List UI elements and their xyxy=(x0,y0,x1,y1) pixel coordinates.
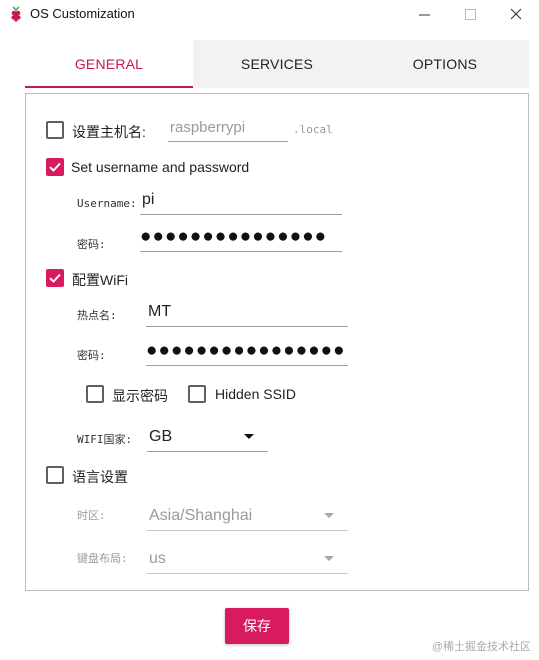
hidden-ssid-checkbox[interactable] xyxy=(188,385,206,403)
wifi-password-input[interactable]: ●●●●●●●●●●●●●●●● xyxy=(146,338,348,366)
minimize-button[interactable] xyxy=(413,4,435,24)
username-value: pi xyxy=(142,191,155,208)
wifi-country-label: WIFI国家: xyxy=(77,433,133,446)
wifi-country-value: GB xyxy=(149,428,173,445)
ssid-value: MT xyxy=(148,303,172,320)
wifi-password-mask: ●●●●●●●●●●●●●●●● xyxy=(146,341,346,361)
timezone-label: 时区: xyxy=(77,509,106,522)
locale-label: 语言设置 xyxy=(72,469,128,485)
title-bar: OS Customization xyxy=(0,0,539,30)
wifi-label: 配置WiFi xyxy=(72,272,128,288)
close-icon xyxy=(510,8,522,20)
show-password-checkbox[interactable] xyxy=(86,385,104,403)
keyboard-select[interactable]: us xyxy=(147,546,348,574)
hostname-value: raspberrypi xyxy=(170,119,246,136)
hostname-suffix: .local xyxy=(293,123,333,136)
tab-general[interactable]: GENERAL xyxy=(25,40,193,88)
window-title: OS Customization xyxy=(30,6,135,21)
maximize-button[interactable] xyxy=(459,4,481,24)
tab-services[interactable]: SERVICES xyxy=(193,40,361,88)
user-checkbox[interactable] xyxy=(46,158,64,176)
wifi-password-label: 密码: xyxy=(77,349,106,362)
chevron-down-icon xyxy=(324,556,334,561)
user-password-label: 密码: xyxy=(77,238,106,251)
show-password-label: 显示密码 xyxy=(112,388,168,404)
checkmark-icon xyxy=(49,273,61,283)
locale-checkbox[interactable] xyxy=(46,466,64,484)
watermark: @稀土掘金技术社区 xyxy=(431,641,531,653)
user-password-input[interactable]: ●●●●●●●●●●●●●●● xyxy=(140,224,342,252)
maximize-icon xyxy=(464,8,476,20)
user-label: Set username and password xyxy=(71,159,250,175)
keyboard-label: 键盘布局: xyxy=(77,552,128,565)
wifi-checkbox[interactable] xyxy=(46,269,64,287)
user-password-mask: ●●●●●●●●●●●●●●● xyxy=(140,227,328,247)
chevron-down-icon xyxy=(324,513,334,518)
ssid-label: 热点名: xyxy=(77,309,117,322)
timezone-value: Asia/Shanghai xyxy=(149,507,253,524)
ssid-input[interactable]: MT xyxy=(146,299,348,327)
save-button[interactable]: 保存 xyxy=(225,608,289,644)
hostname-input[interactable]: raspberrypi xyxy=(168,114,288,142)
checkmark-icon xyxy=(49,162,61,172)
hostname-label: 设置主机名: xyxy=(72,124,146,140)
general-panel: 设置主机名: raspberrypi .local Set username a… xyxy=(25,93,529,591)
tab-options[interactable]: OPTIONS xyxy=(361,40,529,88)
wifi-country-select[interactable]: GB xyxy=(147,424,268,452)
timezone-select[interactable]: Asia/Shanghai xyxy=(147,503,348,531)
chevron-down-icon xyxy=(244,434,254,439)
username-input[interactable]: pi xyxy=(140,187,342,215)
hidden-ssid-label: Hidden SSID xyxy=(215,386,296,402)
minimize-icon xyxy=(418,14,430,15)
raspberry-pi-icon xyxy=(11,6,21,22)
username-label: Username: xyxy=(77,197,137,210)
hostname-checkbox[interactable] xyxy=(46,121,64,139)
tab-bar: GENERAL SERVICES OPTIONS xyxy=(25,40,529,88)
close-button[interactable] xyxy=(505,4,527,24)
keyboard-value: us xyxy=(149,550,166,567)
